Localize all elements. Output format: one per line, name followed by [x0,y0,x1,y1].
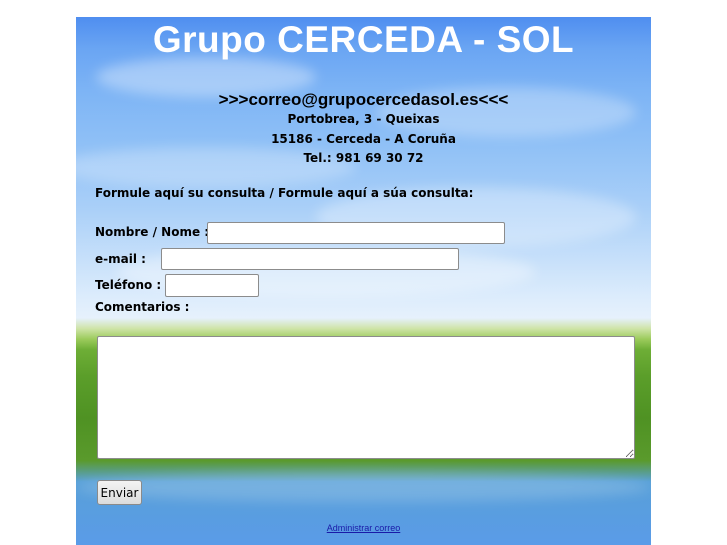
contact-email: >>>correo@grupocercedasol.es<<< [218,90,509,109]
email-label: e-mail : [95,252,146,266]
send-button[interactable]: Enviar [97,480,142,505]
background-cloud [76,472,651,502]
name-label: Nombre / Nome : [95,225,210,239]
comments-textarea[interactable] [97,336,635,459]
contact-phone: Tel.: 981 69 30 72 [303,151,424,165]
email-input[interactable] [161,248,459,270]
phone-label: Teléfono : [95,278,162,292]
address-street: Portobrea, 3 - Queixas [287,112,440,126]
site-title: Grupo CERCEDA - SOL [152,19,575,60]
comments-label: Comentarios : [95,300,190,314]
address-city: 15186 - Cerceda - A Coruña [271,132,456,146]
form-panel: Grupo CERCEDA - SOL >>>correo@grupocerce… [76,17,651,545]
admin-mail-link[interactable]: Administrar correo [76,523,651,533]
name-input[interactable] [207,222,505,244]
form-intro: Formule aquí su consulta / Formule aquí … [95,186,474,200]
phone-input[interactable] [165,274,259,297]
